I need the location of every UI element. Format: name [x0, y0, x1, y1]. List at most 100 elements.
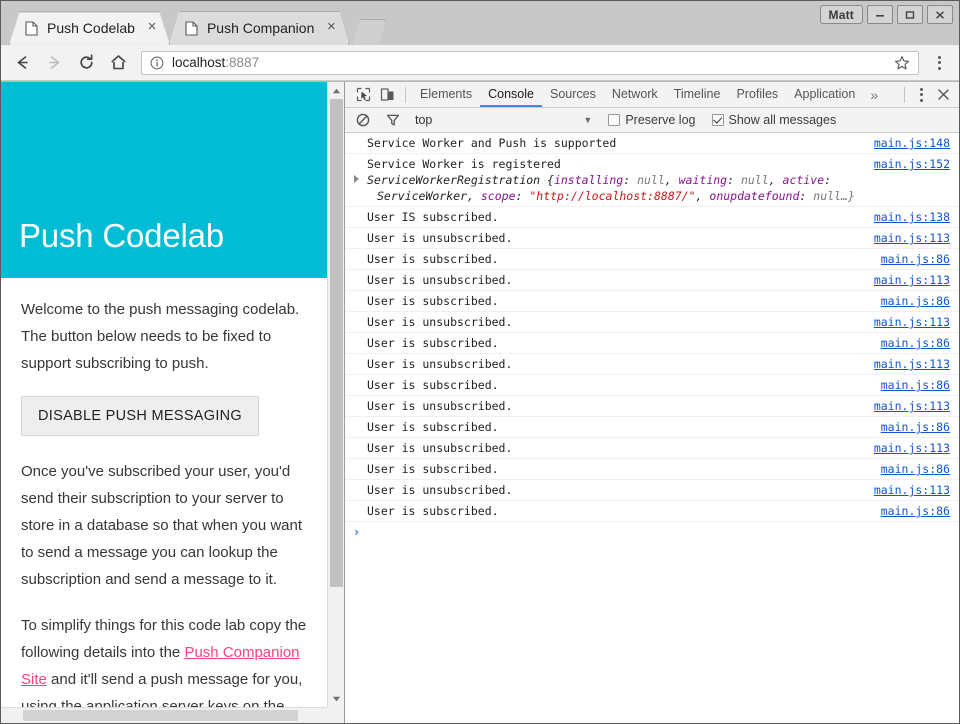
chrome-menu-button[interactable]: [929, 51, 949, 75]
tab-close-icon[interactable]: ×: [323, 20, 339, 36]
object-preview-token: active: [783, 173, 825, 187]
console-source-link[interactable]: main.js:113: [874, 482, 950, 498]
console-log-row[interactable]: User is unsubscribed.main.js:113: [345, 438, 959, 459]
console-log-area[interactable]: Service Worker and Push is supportedmain…: [345, 133, 959, 723]
object-preview-token: :: [516, 189, 530, 203]
console-log-row[interactable]: User is subscribed.main.js:86: [345, 333, 959, 354]
home-button[interactable]: [107, 52, 129, 74]
scroll-up-arrow-icon[interactable]: [328, 82, 345, 99]
browser-tab-push-codelab[interactable]: Push Codelab ×: [9, 11, 170, 45]
console-source-link[interactable]: main.js:113: [874, 398, 950, 414]
console-source-link[interactable]: main.js:113: [874, 440, 950, 456]
object-preview-token: null: [637, 173, 665, 187]
console-log-row[interactable]: User is unsubscribed.main.js:113: [345, 396, 959, 417]
show-all-messages-checkbox-box[interactable]: [712, 114, 724, 126]
devtools-close-icon[interactable]: [931, 83, 955, 107]
disable-push-messaging-button[interactable]: DISABLE PUSH MESSAGING: [21, 396, 259, 436]
console-source-link[interactable]: main.js:86: [881, 335, 950, 351]
console-log-row[interactable]: Service Worker is registeredServiceWorke…: [345, 154, 959, 207]
devtools-menu-icon[interactable]: [911, 83, 931, 107]
console-log-row[interactable]: User is subscribed.main.js:86: [345, 417, 959, 438]
console-object-preview[interactable]: ServiceWorkerRegistration {installing: n…: [367, 172, 862, 204]
console-source-link[interactable]: main.js:86: [881, 419, 950, 435]
console-source-link[interactable]: main.js:113: [874, 356, 950, 372]
console-scrollbar[interactable]: [950, 133, 959, 723]
browser-toolbar: localhost:8887: [1, 45, 959, 81]
console-source-link[interactable]: main.js:86: [881, 461, 950, 477]
console-log-row[interactable]: User is unsubscribed.main.js:113: [345, 354, 959, 375]
page-info-icon[interactable]: [150, 56, 164, 70]
back-button[interactable]: [11, 52, 33, 74]
object-preview-token: null: [741, 173, 769, 187]
console-context-selector[interactable]: top: [415, 113, 432, 127]
devtools-tab-sources[interactable]: Sources: [542, 82, 604, 107]
address-bar[interactable]: localhost:8887: [141, 51, 919, 75]
page-vertical-scroll-thumb[interactable]: [330, 99, 343, 587]
page-vertical-scrollbar[interactable]: [327, 82, 344, 707]
console-message-text: User is unsubscribed.: [367, 314, 862, 330]
inspect-element-icon[interactable]: [351, 83, 375, 107]
console-source-link[interactable]: main.js:113: [874, 272, 950, 288]
console-message-text: User is unsubscribed.: [367, 230, 862, 246]
console-prompt-input[interactable]: [366, 525, 950, 539]
scroll-down-arrow-icon[interactable]: [328, 690, 345, 707]
console-log-row[interactable]: User IS subscribed.main.js:138: [345, 207, 959, 228]
console-log-row[interactable]: User is subscribed.main.js:86: [345, 249, 959, 270]
console-source-link[interactable]: main.js:86: [881, 377, 950, 393]
new-tab-button[interactable]: [352, 19, 386, 45]
object-preview-token: waiting: [679, 173, 727, 187]
object-preview-token: :: [727, 173, 741, 187]
forward-button[interactable]: [43, 52, 65, 74]
console-context-caret-icon[interactable]: ▼: [583, 115, 592, 125]
devtools-tab-console[interactable]: Console: [480, 82, 542, 107]
console-source-link[interactable]: main.js:86: [881, 293, 950, 309]
console-log-row[interactable]: User is subscribed. main.js:86: [345, 459, 959, 480]
toolbar-divider: [405, 87, 406, 103]
devtools-tab-network[interactable]: Network: [604, 82, 666, 107]
clear-console-icon[interactable]: [351, 108, 375, 132]
console-log-row[interactable]: User is unsubscribed. main.js:113: [345, 312, 959, 333]
page-horizontal-scroll-thumb[interactable]: [23, 710, 298, 721]
url-port: :8887: [225, 55, 259, 70]
tab-title: Push Codelab: [47, 20, 135, 36]
console-log-row[interactable]: User is subscribed.main.js:86: [345, 501, 959, 522]
bookmark-star-icon[interactable]: [894, 55, 910, 71]
console-source-link[interactable]: main.js:148: [874, 135, 950, 151]
preserve-log-checkbox[interactable]: Preserve log: [608, 113, 695, 127]
console-log-row[interactable]: User is unsubscribed.main.js:113: [345, 270, 959, 291]
minimize-button[interactable]: [867, 5, 893, 24]
toggle-device-toolbar-icon[interactable]: [375, 83, 399, 107]
console-source-link[interactable]: main.js:138: [874, 209, 950, 225]
console-log-row[interactable]: User is subscribed.main.js:86: [345, 291, 959, 312]
devtools-tab-application[interactable]: Application: [786, 82, 863, 107]
console-log-row[interactable]: User is unsubscribed. main.js:113: [345, 228, 959, 249]
browser-tab-push-companion[interactable]: Push Companion ×: [169, 11, 349, 45]
close-button[interactable]: [927, 5, 953, 24]
console-source-link[interactable]: main.js:86: [881, 251, 950, 267]
console-prompt-row[interactable]: ›: [345, 522, 959, 542]
reload-button[interactable]: [75, 52, 97, 74]
profile-button[interactable]: Matt: [820, 5, 863, 24]
show-all-messages-checkbox[interactable]: Show all messages: [712, 113, 837, 127]
page-horizontal-scrollbar[interactable]: [1, 707, 327, 723]
expand-object-triangle-icon[interactable]: [354, 175, 359, 183]
console-log-row[interactable]: Service Worker and Push is supportedmain…: [345, 133, 959, 154]
console-source-link[interactable]: main.js:86: [881, 503, 950, 519]
devtools-overflow-icon[interactable]: »: [863, 87, 885, 103]
page-favicon-icon: [25, 21, 38, 36]
devtools-tab-timeline[interactable]: Timeline: [666, 82, 729, 107]
console-source-link[interactable]: main.js:113: [874, 230, 950, 246]
console-log-row[interactable]: User is subscribed.main.js:86: [345, 375, 959, 396]
preserve-log-checkbox-box[interactable]: [608, 114, 620, 126]
filter-funnel-icon[interactable]: [381, 108, 405, 132]
devtools-tab-profiles[interactable]: Profiles: [728, 82, 786, 107]
maximize-button[interactable]: [897, 5, 923, 24]
tab-close-icon[interactable]: ×: [144, 20, 160, 36]
console-source-link[interactable]: main.js:152: [874, 156, 950, 172]
console-log-row[interactable]: User is unsubscribed.main.js:113: [345, 480, 959, 501]
console-source-link[interactable]: main.js:113: [874, 314, 950, 330]
devtools-tab-elements[interactable]: Elements: [412, 82, 480, 107]
devtools-toolbar-right: [898, 83, 955, 107]
tab-strip: Push Codelab × Push Companion × Matt: [1, 1, 959, 45]
console-message-text: User is subscribed.: [367, 461, 869, 477]
